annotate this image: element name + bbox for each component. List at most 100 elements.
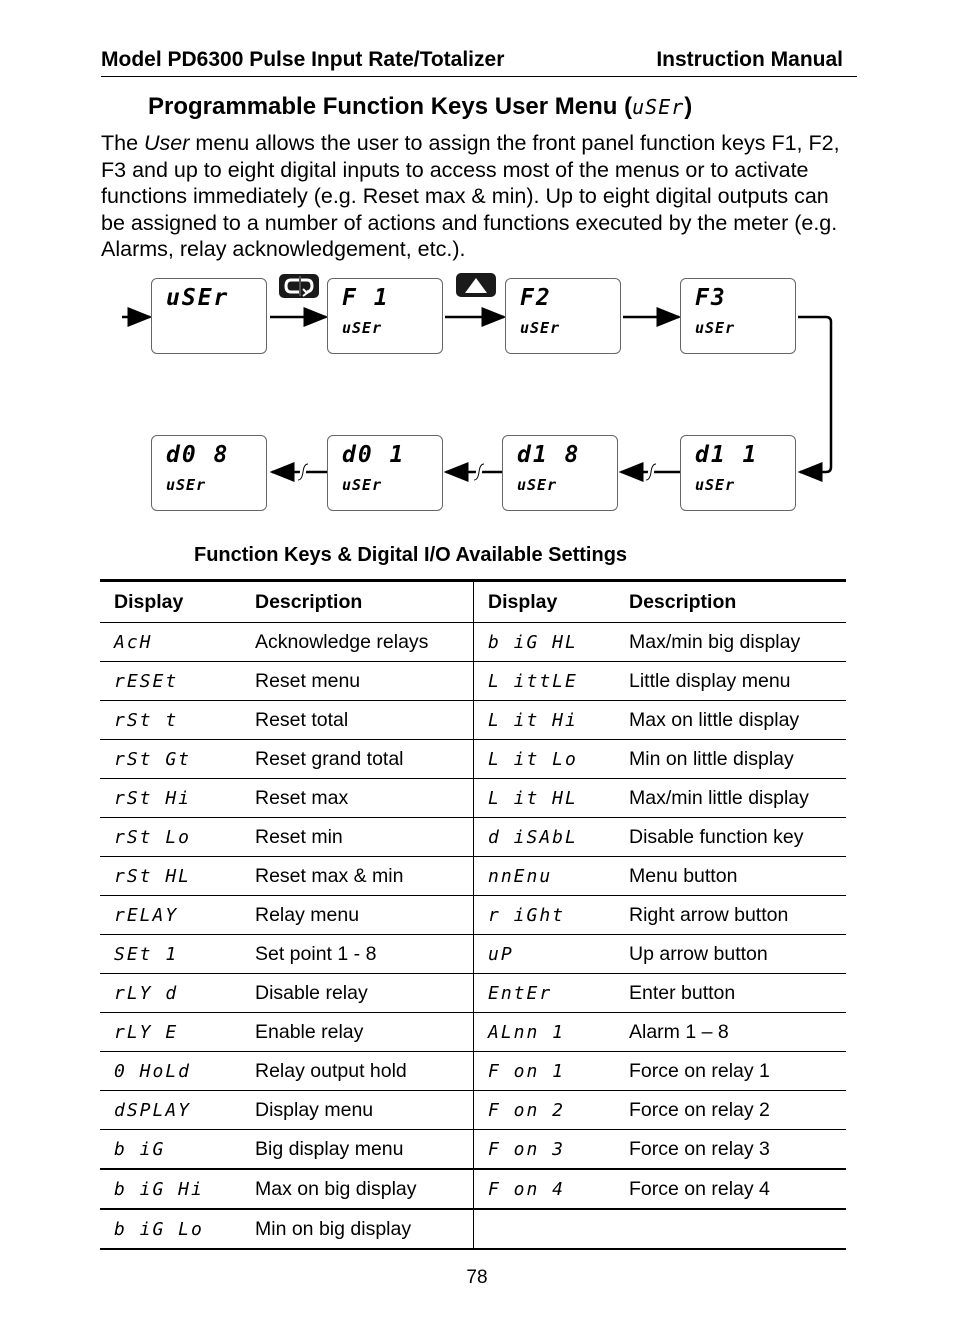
page-header: Model PD6300 Pulse Input Rate/Totalizer … — [101, 46, 857, 77]
intro-paragraph: The User menu allows the user to assign … — [101, 130, 851, 263]
display-code: nnEnu — [473, 856, 615, 896]
display-bottom-text: uSEr — [166, 476, 207, 494]
description: Reset menu — [241, 661, 474, 701]
table-row: rSt Lo Reset min d iSAbL Disable function k… — [100, 817, 846, 857]
display-top-text: uSEr — [166, 285, 230, 311]
description: Set point 1 - 8 — [241, 934, 474, 974]
table-row: b iG Hi Max on big display F on 4 Force on … — [100, 1169, 846, 1210]
display-code: rLY E — [100, 1012, 241, 1052]
description: Reset max — [241, 778, 474, 818]
display-bottom-text: uSEr — [342, 476, 383, 494]
page-number: 78 — [466, 1267, 488, 1288]
description: Disable function key — [615, 817, 846, 857]
display-code: r iGht — [473, 895, 615, 935]
description: Max/min big display — [615, 622, 846, 662]
description: Display menu — [241, 1090, 474, 1130]
display-code: uP — [473, 934, 615, 974]
display-code: ALnn 1 — [473, 1012, 615, 1052]
display-code: F on 1 — [473, 1051, 615, 1091]
display-top-text: F3 — [695, 285, 727, 311]
table-title: Function Keys & Digital I/O Available Se… — [194, 544, 628, 566]
display-f1: F 1 uSEr — [327, 278, 443, 354]
display-di8: d1 8 uSEr — [502, 435, 618, 511]
description: Relay output hold — [241, 1051, 474, 1091]
display-code: d iSAbL — [473, 817, 615, 857]
table-row: dSPLAY Display menu F on 2 Force on relay 2 — [100, 1090, 846, 1130]
display-code: dSPLAY — [100, 1090, 241, 1130]
section-title-code: uSEr — [632, 95, 685, 119]
header-description-2: Description — [615, 580, 846, 623]
description: Reset max & min — [241, 856, 474, 896]
table-header-row: Display Description Display Description — [100, 580, 846, 623]
table-row: rLY E Enable relay ALnn 1 Alarm 1 – 8 — [100, 1012, 846, 1052]
description: Min on little display — [615, 739, 846, 779]
table-row: rLY d Disable relay EntEr Enter button — [100, 973, 846, 1013]
display-code: L it Hi — [473, 700, 615, 740]
display-bottom-text: uSEr — [517, 476, 558, 494]
description: Force on relay 1 — [615, 1051, 846, 1091]
flow-connectors — [122, 307, 833, 483]
description: Relay menu — [241, 895, 474, 935]
table-row: b iG Big display menu F on 3 Force on relay… — [100, 1129, 846, 1170]
display-do8: d0 8 uSEr — [151, 435, 267, 511]
description: Enter button — [615, 973, 846, 1013]
display-code: F on 3 — [473, 1129, 615, 1170]
intro-italic: User — [144, 131, 190, 155]
display-code: rSt Hi — [100, 778, 241, 818]
display-user: uSEr — [151, 278, 267, 354]
description: Disable relay — [241, 973, 474, 1013]
user-menu-flow-diagram: uSEr F 1 uSEr F2 uSEr F3 uSEr d1 1 uSEr … — [0, 260, 954, 530]
display-code: b iG Lo — [100, 1209, 241, 1250]
menu-key-icon — [279, 274, 319, 298]
display-code: rELAY — [100, 895, 241, 935]
display-code: b iG HL — [473, 622, 615, 662]
display-code: rESEt — [100, 661, 241, 701]
display-code: 0 HoLd — [100, 1051, 241, 1091]
table-body: AcH Acknowledge relays b iG HL Max/min big … — [100, 622, 846, 1250]
display-code: rLY d — [100, 973, 241, 1013]
display-code: rSt t — [100, 700, 241, 740]
display-bottom-text: uSEr — [520, 319, 561, 337]
table-row: rSt Hi Reset max L it HL Max/min little dis… — [100, 778, 846, 818]
display-top-text: F 1 — [342, 285, 390, 311]
display-code: b iG Hi — [100, 1169, 241, 1210]
table-row: AcH Acknowledge relays b iG HL Max/min big … — [100, 622, 846, 662]
display-code — [473, 1209, 615, 1250]
up-triangle-glyph — [465, 278, 487, 293]
display-bottom-text: uSEr — [695, 319, 736, 337]
display-top-text: d0 1 — [342, 442, 406, 468]
display-f3: F3 uSEr — [680, 278, 796, 354]
display-code: F on 2 — [473, 1090, 615, 1130]
header-description-1: Description — [241, 580, 474, 623]
description: Alarm 1 – 8 — [615, 1012, 846, 1052]
description: Force on relay 3 — [615, 1129, 846, 1170]
display-do1: d0 1 uSEr — [327, 435, 443, 511]
header-display-1: Display — [100, 580, 241, 623]
table-row: 0 HoLd Relay output hold F on 1 Force on re… — [100, 1051, 846, 1091]
display-code: rSt Gt — [100, 739, 241, 779]
display-top-text: F2 — [520, 285, 552, 311]
table-row: rELAY Relay menu r iGht Right arrow button — [100, 895, 846, 935]
table-row: b iG Lo Min on big display — [100, 1209, 846, 1250]
table-row: rSt HL Reset max & min nnEnu Menu button — [100, 856, 846, 896]
description: Force on relay 2 — [615, 1090, 846, 1130]
description: Acknowledge relays — [241, 622, 474, 662]
display-bottom-text: uSEr — [695, 476, 736, 494]
manual-model-title: Model PD6300 Pulse Input Rate/Totalizer — [101, 48, 505, 71]
description: Max on little display — [615, 700, 846, 740]
description: Up arrow button — [615, 934, 846, 974]
display-f2: F2 uSEr — [505, 278, 621, 354]
section-title-close: ) — [684, 93, 693, 120]
description: Force on relay 4 — [615, 1169, 846, 1210]
display-code: EntEr — [473, 973, 615, 1013]
description: Big display menu — [241, 1129, 474, 1170]
description: Max on big display — [241, 1169, 474, 1210]
display-di1: d1 1 uSEr — [680, 435, 796, 511]
table-row: SEt 1 Set point 1 - 8 uP Up arrow button — [100, 934, 846, 974]
description: Reset min — [241, 817, 474, 857]
intro-post: menu allows the user to assign the front… — [101, 131, 840, 261]
display-code: L ittLE — [473, 661, 615, 701]
table-row: rSt Gt Reset grand total L it Lo Min on lit… — [100, 739, 846, 779]
description: Right arrow button — [615, 895, 846, 935]
menu-loop-glyph — [284, 276, 314, 297]
